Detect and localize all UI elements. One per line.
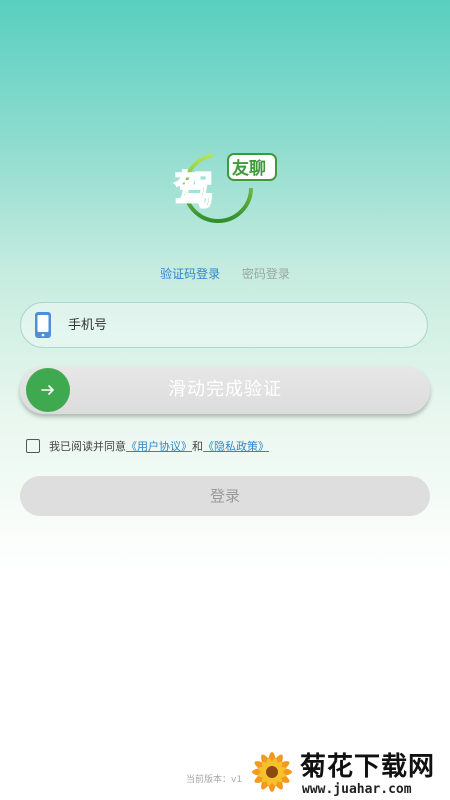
watermark-url: www.juahar.com bbox=[302, 782, 412, 797]
agreement-conjunction: 和 bbox=[192, 440, 203, 453]
login-tabs: 验证码登录 密码登录 bbox=[0, 265, 450, 282]
tab-sms-login[interactable]: 验证码登录 bbox=[160, 265, 220, 282]
logo-badge-text: 友聊 bbox=[232, 158, 266, 179]
agreement-prefix: 我已阅读并同意 bbox=[49, 440, 126, 453]
privacy-policy-link[interactable]: 《隐私政策》 bbox=[203, 438, 269, 454]
version-text: 当前版本：v1 bbox=[186, 775, 243, 785]
phone-field[interactable] bbox=[20, 302, 428, 348]
watermark-title: 菊花下载网 bbox=[300, 752, 436, 782]
phone-input[interactable] bbox=[66, 316, 370, 334]
watermark: 菊花下载网 www.juahar.com bbox=[244, 744, 450, 800]
slide-verify-label: 滑动完成验证 bbox=[168, 379, 282, 400]
app-logo: 驾 友聊 bbox=[168, 148, 282, 228]
arrow-right-icon bbox=[41, 385, 54, 395]
logo-main-char: 驾 bbox=[174, 168, 214, 214]
agreement-checkbox[interactable] bbox=[26, 439, 40, 453]
slide-handle[interactable] bbox=[26, 368, 70, 412]
agreement-row: 我已阅读并同意 《用户协议》 和 《隐私政策》 bbox=[26, 438, 269, 454]
login-button[interactable]: 登录 bbox=[20, 476, 430, 516]
slide-verify[interactable]: 滑动完成验证 bbox=[20, 366, 430, 414]
tab-password-login[interactable]: 密码登录 bbox=[242, 265, 290, 282]
phone-icon bbox=[35, 312, 51, 338]
user-agreement-link[interactable]: 《用户协议》 bbox=[126, 438, 192, 454]
flower-logo-icon bbox=[252, 752, 292, 792]
